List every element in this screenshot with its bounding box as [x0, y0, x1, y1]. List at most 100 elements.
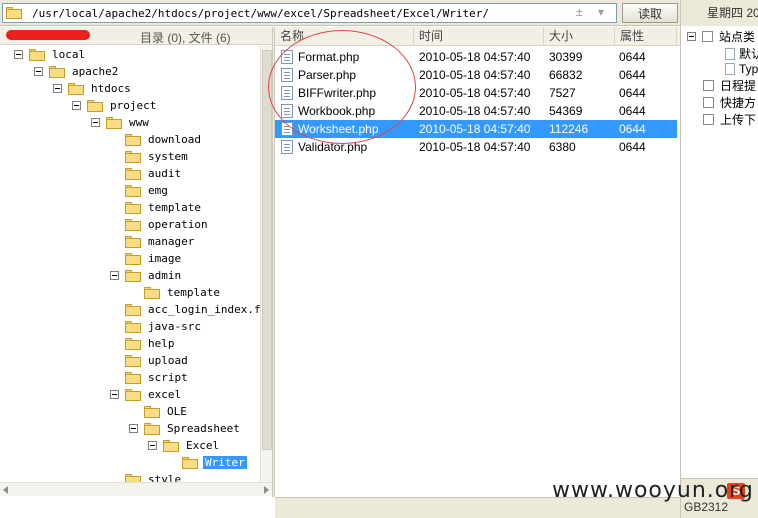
collapse-icon[interactable] [72, 101, 81, 110]
collapse-icon[interactable] [148, 441, 157, 450]
file-size: 7527 [549, 86, 576, 100]
file-name: Worksheet.php [298, 122, 379, 136]
php-file-icon [281, 86, 293, 100]
folder-icon [125, 252, 141, 265]
file-name: Parser.php [298, 68, 357, 82]
collapse-icon[interactable] [53, 84, 62, 93]
folder-icon [125, 354, 141, 367]
tree-node-label: Excel [186, 439, 220, 452]
tree-node-apache2[interactable]: apache2 [34, 63, 120, 80]
file-row[interactable]: BIFFwriter.php 2010-05-18 04:57:40 7527 … [275, 84, 677, 102]
tree-summary: 目录 (0), 文件 (6) [140, 31, 231, 45]
folder-icon [125, 388, 141, 401]
schedule-item[interactable]: 日程提 [703, 77, 756, 94]
tree-node-label: image [148, 252, 182, 265]
scrollbar-thumb[interactable] [262, 50, 272, 450]
tree-node-script[interactable]: script [125, 369, 190, 386]
tree-node-audit[interactable]: audit [125, 165, 183, 182]
folder-icon [49, 65, 65, 78]
tree-node-ole[interactable]: OLE [144, 403, 189, 420]
column-name[interactable]: 名称 [275, 27, 414, 46]
schedule-label: 日程提 [720, 79, 757, 93]
file-attr: 0644 [619, 86, 646, 100]
tree-node-acc-login-index[interactable]: acc_login_index.fil [125, 301, 260, 318]
tree-node-help[interactable]: help [125, 335, 177, 352]
path-dropdown-icon[interactable]: ± ▾ [576, 5, 610, 19]
collapse-icon[interactable] [91, 118, 100, 127]
tree-node-label: project [110, 99, 157, 112]
scroll-left-icon[interactable] [3, 486, 8, 494]
tree-node-local[interactable]: local [14, 46, 87, 63]
tree-node-project[interactable]: project [72, 97, 158, 114]
column-attr[interactable]: 属性 [615, 27, 677, 46]
tree-node-label: Writer [203, 456, 247, 469]
tree-node-label: template [167, 286, 220, 299]
tree-vertical-scrollbar[interactable] [260, 46, 272, 482]
directory-tree[interactable]: local apache2 htdocs project www downloa… [0, 46, 260, 482]
tree-node-manager[interactable]: manager [125, 233, 196, 250]
tree-node-label: manager [148, 235, 195, 248]
file-list[interactable]: 名称 时间 大小 属性 Format.php 2010-05-18 04:57:… [275, 27, 680, 497]
page-icon [725, 63, 735, 75]
tree-node-htdocs[interactable]: htdocs [53, 80, 133, 97]
tree-node-label: excel [148, 388, 182, 401]
site-category-node[interactable]: 站点类 [687, 28, 755, 45]
tree-node-style[interactable]: style [125, 471, 183, 482]
tree-node-spreadsheet[interactable]: Spreadsheet [129, 420, 242, 437]
collapse-icon[interactable] [687, 32, 696, 41]
schedule-icon [703, 80, 714, 91]
tree-node-emg[interactable]: emg [125, 182, 170, 199]
tree-node-label: OLE [167, 405, 187, 418]
tree-node-java-src[interactable]: java-src [125, 318, 203, 335]
tree-node-label: template [148, 201, 201, 214]
file-row[interactable]: Validator.php 2010-05-18 04:57:40 6380 0… [275, 138, 677, 156]
tree-node-excel-sub[interactable]: Excel [148, 437, 221, 454]
file-attr: 0644 [619, 104, 646, 118]
tree-node-template[interactable]: template [125, 199, 203, 216]
collapse-icon[interactable] [14, 50, 23, 59]
folder-icon [6, 7, 22, 19]
tree-node-label: help [148, 337, 175, 350]
collapse-icon[interactable] [129, 424, 138, 433]
file-row[interactable]: Workbook.php 2010-05-18 04:57:40 54369 0… [275, 102, 677, 120]
collapse-icon[interactable] [110, 271, 119, 280]
file-time: 2010-05-18 04:57:40 [419, 104, 531, 118]
tree-node-admin[interactable]: admin [110, 267, 183, 284]
file-row[interactable]: Format.php 2010-05-18 04:57:40 30399 064… [275, 48, 677, 66]
column-time[interactable]: 时间 [414, 27, 544, 46]
tree-node-label: emg [148, 184, 168, 197]
file-row-selected[interactable]: Worksheet.php 2010-05-18 04:57:40 112246… [275, 120, 677, 138]
tree-node-upload[interactable]: upload [125, 352, 190, 369]
tree-node-download[interactable]: download [125, 131, 203, 148]
upload-download-item[interactable]: 上传下 [703, 111, 756, 128]
tree-node-www[interactable]: www [91, 114, 151, 131]
tree-node-label: www [129, 116, 149, 129]
column-size[interactable]: 大小 [544, 27, 615, 46]
tree-node-label: apache2 [72, 65, 119, 78]
tree-node-label: style [148, 473, 182, 482]
upload-label: 上传下 [720, 113, 757, 127]
tree-node-admin-template[interactable]: template [144, 284, 222, 301]
tree-node-operation[interactable]: operation [125, 216, 210, 233]
collapse-icon[interactable] [34, 67, 43, 76]
path-input[interactable]: /usr/local/apache2/htdocs/project/www/ex… [2, 3, 617, 23]
tree-node-system[interactable]: system [125, 148, 190, 165]
collapse-icon[interactable] [110, 390, 119, 399]
file-time: 2010-05-18 04:57:40 [419, 86, 531, 100]
file-size: 30399 [549, 50, 583, 64]
tree-node-label: script [148, 371, 188, 384]
type-node[interactable]: Typ [725, 62, 758, 76]
tree-node-writer[interactable]: Writer [182, 454, 247, 471]
default-node[interactable]: 默认 [725, 45, 758, 62]
shortcut-item[interactable]: 快捷方 [703, 94, 756, 111]
tree-node-excel[interactable]: excel [110, 386, 183, 403]
tree-horizontal-scrollbar[interactable] [0, 482, 272, 496]
folder-icon [125, 337, 141, 350]
tree-node-label: Spreadsheet [167, 422, 240, 435]
scroll-right-icon[interactable] [264, 486, 269, 494]
folder-icon [125, 235, 141, 248]
file-row[interactable]: Parser.php 2010-05-18 04:57:40 66832 064… [275, 66, 677, 84]
tree-node-image[interactable]: image [125, 250, 183, 267]
read-button[interactable]: 读取 [622, 3, 678, 23]
path-text: /usr/local/apache2/htdocs/project/www/ex… [32, 6, 489, 20]
